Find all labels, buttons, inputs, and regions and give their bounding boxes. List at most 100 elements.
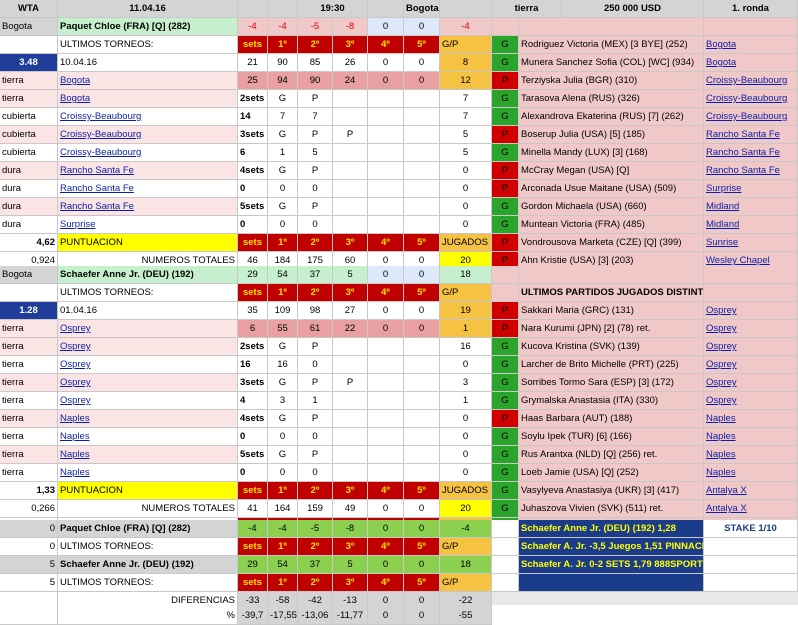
stat-cell: 159 (298, 500, 333, 518)
tournament-link[interactable]: Midland (704, 198, 798, 216)
tournament-link[interactable]: Osprey (704, 302, 798, 320)
result-badge: G (492, 36, 519, 54)
tournament-link[interactable]: Surprise (58, 216, 238, 234)
blank (268, 0, 298, 18)
surface-name: tierra (0, 392, 58, 410)
stat-cell: 0 (440, 180, 492, 198)
recent-match-row: G Rus Arantxa (NLD) [Q] (256) ret. Naples (492, 446, 798, 464)
stat-cell: 20 (440, 500, 492, 518)
stat-cell (333, 90, 368, 108)
tournament-link[interactable]: Sunrise (704, 234, 798, 252)
tournament-link[interactable]: Osprey (58, 392, 238, 410)
surface-name: cubierta (0, 126, 58, 144)
tournament-link[interactable]: Surprise (704, 180, 798, 198)
tournament-link[interactable]: Osprey (704, 374, 798, 392)
sets-label: 0 (238, 216, 268, 234)
recent-match-row: P Haas Barbara (AUT) (188) Naples (492, 410, 798, 428)
tournament-link[interactable]: Rancho Santa Fe (58, 162, 238, 180)
tournament-link[interactable]: Midland (704, 216, 798, 234)
tournament-link[interactable]: Naples (58, 410, 238, 428)
tournament-link[interactable]: Bogota (58, 72, 238, 90)
recent-match-row: P Sakkari Maria (GRC) (131) Osprey (492, 302, 798, 320)
surface-name: dura (0, 180, 58, 198)
recent-match-row: G Larcher de Brito Michelle (PRT) (225) Os… (492, 356, 798, 374)
tournament-link[interactable]: Naples (58, 464, 238, 482)
tournament-link[interactable]: Rancho Santa Fe (58, 198, 238, 216)
tournament-link[interactable]: Bogota (704, 54, 798, 72)
opponent-name: Vondrousova Marketa (CZE) [Q] (399) (519, 234, 704, 252)
tournament-link[interactable]: Osprey (704, 338, 798, 356)
tournament-link[interactable]: Bogota (704, 36, 798, 54)
stat-cell (368, 90, 404, 108)
recent-match-row: P Boserup Julia (USA) [5] (185) Rancho San… (492, 126, 798, 144)
stat-cell: 0 (404, 500, 440, 518)
stat-cell: 7 (268, 108, 298, 126)
tournament-link[interactable]: Osprey (58, 374, 238, 392)
stat-cell: -11,77 (333, 607, 368, 625)
stat-cell: 21 (238, 54, 268, 72)
stat-cell: 16 (268, 356, 298, 374)
tournament-link[interactable]: Croissy-Beaubourg (58, 108, 238, 126)
opponent-name: Haas Barbara (AUT) (188) (519, 410, 704, 428)
tournament-link[interactable]: Rancho Santa Fe (704, 144, 798, 162)
opponent-name: Larcher de Brito Michelle (PRT) (225) (519, 356, 704, 374)
stat-cell: 0 (368, 266, 404, 284)
surface-name: dura (0, 162, 58, 180)
result-badge: G (492, 54, 519, 72)
stat-cell: 0 (440, 446, 492, 464)
tournament-link[interactable]: Osprey (58, 320, 238, 338)
tournament-link[interactable]: Croissy-Beaubourg (704, 108, 798, 126)
tournament-link[interactable]: Croissy-Beaubourg (58, 126, 238, 144)
tournament-link[interactable]: Osprey (58, 356, 238, 374)
sets-label: 4sets (238, 410, 268, 428)
tournament-link[interactable]: Antalya X (704, 500, 798, 518)
col-label: 1º (268, 234, 298, 252)
tournament-link[interactable]: Osprey (58, 338, 238, 356)
tournament-link[interactable]: Naples (58, 446, 238, 464)
stat-cell: 27 (333, 302, 368, 320)
tournament-link[interactable]: Bogota (58, 90, 238, 108)
tournament-link[interactable]: Naples (58, 428, 238, 446)
blank (704, 266, 798, 284)
spreadsheet: WTA 11.04.16 19:30 Bogota tierra 250 000 USD 1… (0, 0, 798, 625)
tournament-link[interactable]: Osprey (704, 320, 798, 338)
stat-cell (404, 216, 440, 234)
blank (492, 520, 519, 538)
stat-cell (368, 338, 404, 356)
tournament-link[interactable]: Naples (704, 428, 798, 446)
tournament-link[interactable]: Antalya X (704, 482, 798, 500)
stat-cell: -4 (440, 520, 492, 538)
stat-cell: 25 (238, 72, 268, 90)
stat-cell: -5 (298, 18, 333, 36)
col-label: 3º (333, 36, 368, 54)
recent-match-row: G Gordon Michaela (USA) (660) Midland (492, 198, 798, 216)
tournament-link[interactable]: Naples (704, 410, 798, 428)
stat-cell: 0 (368, 520, 404, 538)
tournament-link[interactable]: Osprey (704, 392, 798, 410)
stat-cell: 5 (333, 556, 368, 574)
col-label: 4º (368, 36, 404, 54)
tournament-link[interactable]: Rancho Santa Fe (704, 162, 798, 180)
result-badge: G (492, 144, 519, 162)
tournament-link[interactable]: Croissy-Beaubourg (704, 72, 798, 90)
tournament-link[interactable]: Naples (704, 446, 798, 464)
tournament-link[interactable]: Croissy-Beaubourg (704, 90, 798, 108)
stat-cell: 0 (368, 320, 404, 338)
tournament-link[interactable]: Rancho Santa Fe (704, 126, 798, 144)
stat-cell: 12 (440, 72, 492, 90)
tournament-link[interactable]: Croissy-Beaubourg (58, 144, 238, 162)
result-badge: G (492, 500, 519, 518)
result-badge: G (492, 338, 519, 356)
tournament-link[interactable]: Naples (704, 464, 798, 482)
tournament-link[interactable]: Osprey (704, 356, 798, 374)
tournament-link[interactable]: Rancho Santa Fe (58, 180, 238, 198)
stat-cell (368, 356, 404, 374)
stat-cell (404, 338, 440, 356)
sets-label: 0 (238, 464, 268, 482)
player-city: Bogota (0, 18, 58, 36)
blank (519, 574, 704, 592)
blank (492, 266, 519, 284)
stat-cell: -4 (268, 520, 298, 538)
summary-value: 5 (0, 574, 58, 592)
stat-cell: -13,06 (298, 607, 333, 625)
